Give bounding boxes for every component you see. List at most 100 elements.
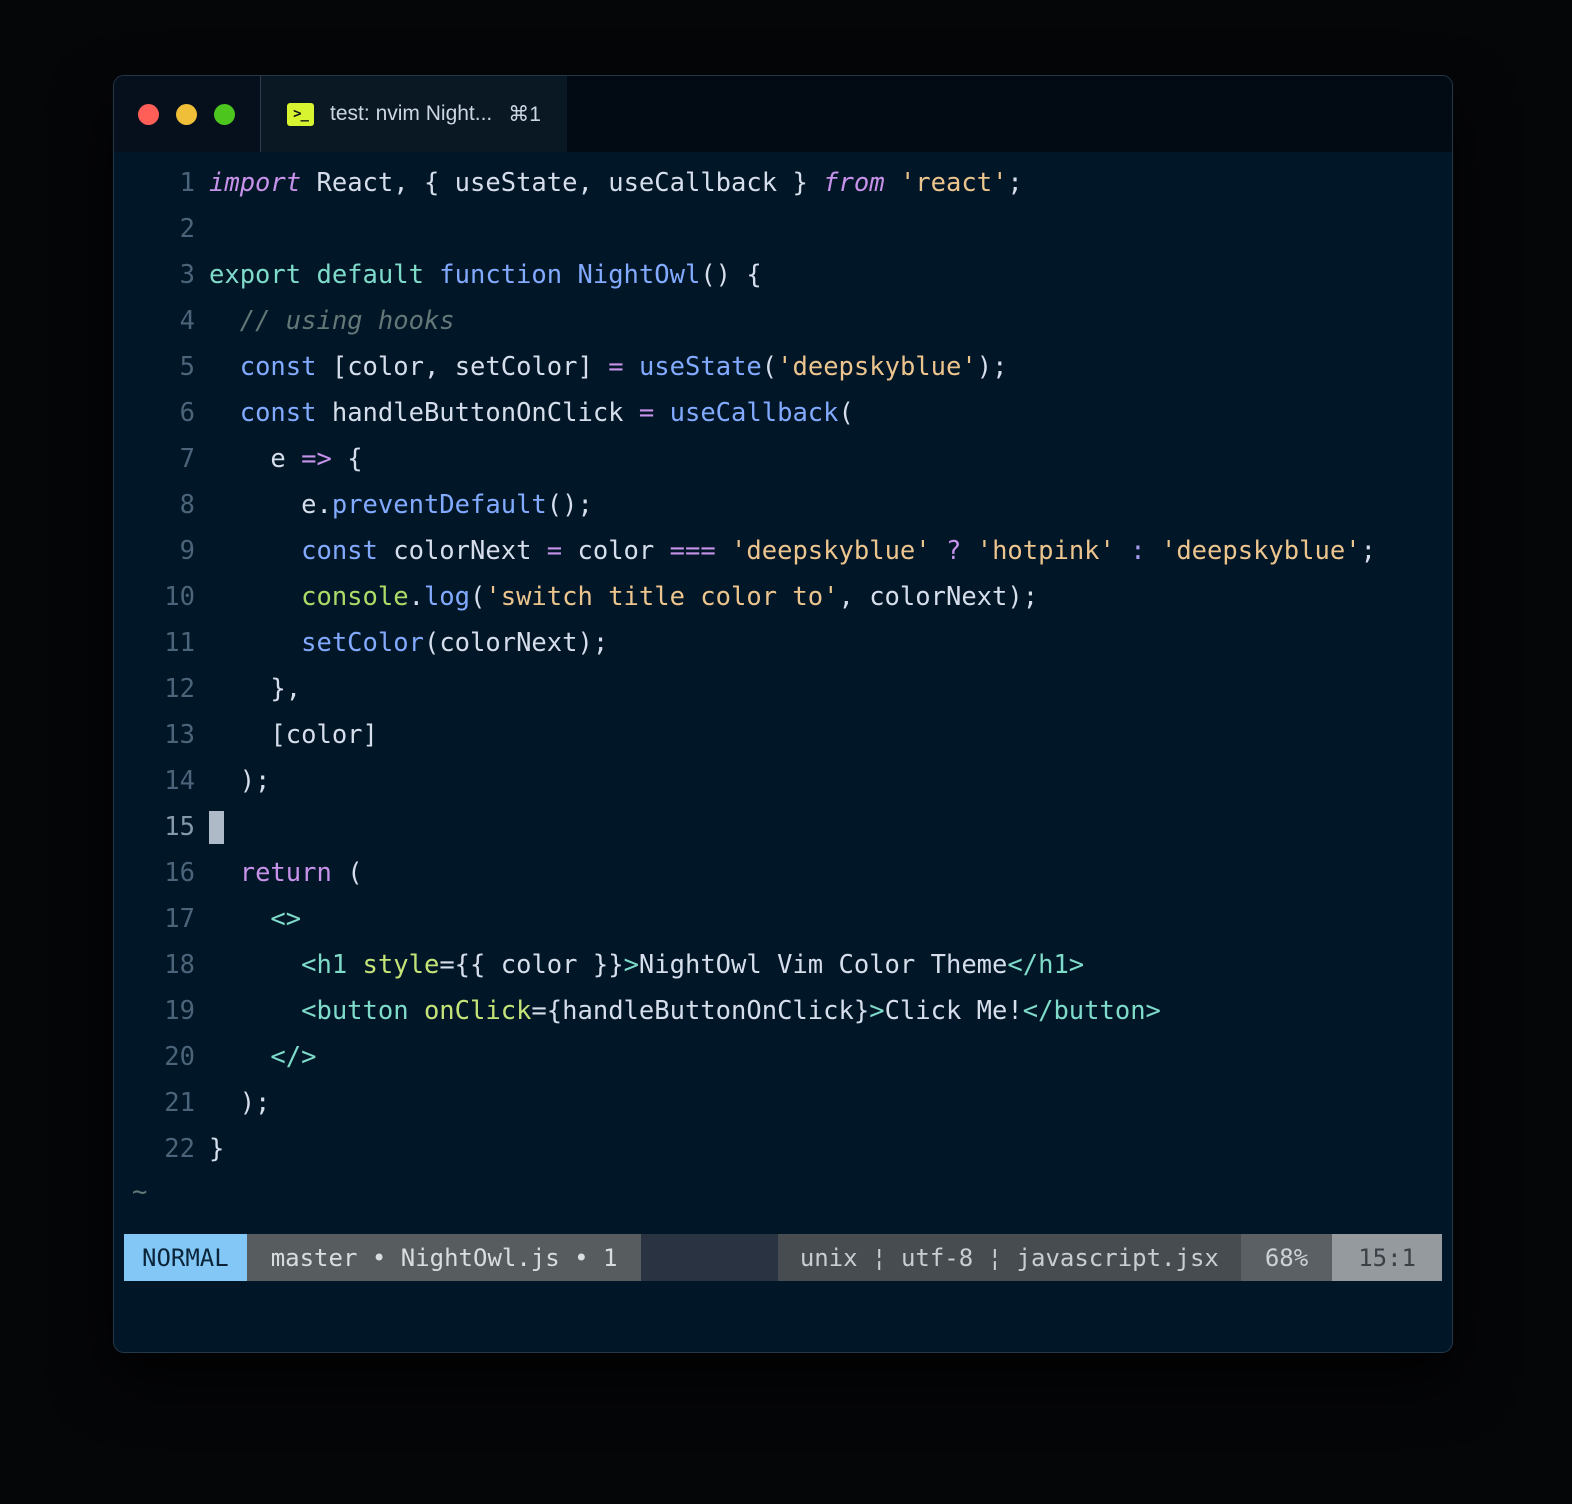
code-line-text: const handleButtonOnClick = useCallback( (209, 398, 854, 428)
code-token: = (546, 536, 563, 566)
code-line[interactable]: 10 console.log('switch title color to', … (114, 574, 1452, 620)
code-token: preventDefault (331, 490, 547, 520)
code-token: </h1> (1007, 950, 1085, 980)
code-token: Click Me! (884, 996, 1023, 1026)
code-token: return (239, 858, 332, 888)
line-number: 17 (164, 904, 195, 934)
code-token: } (777, 168, 824, 198)
code-line[interactable]: 4 // using hooks (114, 298, 1452, 344)
code-line[interactable]: 8 e.preventDefault(); (114, 482, 1452, 528)
code-editor-buffer[interactable]: 1 import React, { useState, useCallback }… (114, 152, 1452, 1281)
code-token: [ (316, 352, 348, 382)
code-token: => (301, 444, 332, 474)
code-line[interactable]: 17 <> (114, 896, 1452, 942)
code-line[interactable]: 16 return ( (114, 850, 1452, 896)
code-line[interactable]: 21 ); (114, 1080, 1452, 1126)
tab-shortcut-label: ⌘1 (508, 102, 541, 126)
code-token: useCallback (669, 398, 839, 428)
code-token: }, (209, 674, 302, 704)
code-token: onClick (423, 996, 532, 1026)
line-number: 19 (164, 996, 195, 1026)
code-line[interactable]: 5 const [color, setColor] = useState('de… (114, 344, 1452, 390)
code-token: color (500, 950, 578, 980)
code-line[interactable]: 2 (114, 206, 1452, 252)
code-line[interactable]: 18 <h1 style={{ color }}>NightOwl Vim Co… (114, 942, 1452, 988)
line-number: 5 (179, 352, 195, 382)
code-line-text: }, (209, 674, 301, 704)
code-token: <button (301, 996, 409, 1026)
code-line-text: console.log('switch title color to', col… (209, 582, 1038, 612)
maximize-window-button[interactable] (214, 103, 235, 125)
code-token: NightOwl (577, 260, 701, 290)
code-line[interactable]: 9 const colorNext = color === 'deepskybl… (114, 528, 1452, 574)
tab-bar-empty-area[interactable] (567, 76, 1452, 152)
line-number: 11 (164, 628, 195, 658)
code-line-text: setColor(colorNext); (209, 628, 608, 658)
code-token: console (301, 582, 409, 612)
code-token: const (301, 536, 378, 566)
code-line[interactable]: 20 </> (114, 1034, 1452, 1080)
tab-active[interactable]: >_ test: nvim Night... ⌘1 (261, 76, 567, 152)
close-window-button[interactable] (138, 103, 159, 125)
code-line-text: <> (209, 904, 301, 934)
code-token: ( (423, 628, 440, 658)
status-mode-badge: NORMAL (124, 1234, 247, 1281)
code-token: {{ (454, 950, 501, 980)
code-line[interactable]: 1 import React, { useState, useCallback }… (114, 160, 1452, 206)
code-token: handleButtonOnClick (331, 398, 624, 428)
code-line[interactable]: 6 const handleButtonOnClick = useCallbac… (114, 390, 1452, 436)
code-line-text: e.preventDefault(); (209, 490, 593, 520)
status-scroll-percent: 68% (1240, 1234, 1333, 1281)
code-token: > (623, 950, 639, 980)
code-line-text: const [color, setColor] = useState('deep… (209, 352, 1008, 382)
code-line[interactable]: 7 e => { (114, 436, 1452, 482)
code-token: </button> (1022, 996, 1161, 1026)
status-line: NORMAL master • NightOwl.js • 1 unix ¦ u… (124, 1234, 1442, 1281)
code-token: ? (946, 536, 962, 566)
text-cursor (209, 810, 224, 844)
code-token: = (531, 996, 547, 1026)
code-line[interactable]: 12 }, (114, 666, 1452, 712)
code-token: . (316, 490, 332, 520)
code-line[interactable]: 15 (114, 804, 1452, 850)
code-token: import (209, 168, 302, 198)
code-line[interactable]: 13 [color] (114, 712, 1452, 758)
minimize-window-button[interactable] (176, 103, 197, 125)
code-token: ( (331, 858, 363, 888)
code-line[interactable]: 11 setColor(colorNext); (114, 620, 1452, 666)
code-token: { (546, 996, 563, 1026)
code-token: useState (638, 352, 762, 382)
code-line[interactable]: 22} (114, 1126, 1452, 1172)
buffer-end-tilde: ~ (132, 1177, 148, 1207)
code-token: ] (362, 720, 378, 750)
code-line[interactable]: 19 <button onClick={handleButtonOnClick}… (114, 988, 1452, 1034)
tab-title: test: nvim Night... (330, 102, 493, 125)
code-line-text: export default function NightOwl() { (209, 260, 762, 290)
terminal-icon: >_ (287, 102, 315, 126)
status-spacer (641, 1234, 778, 1281)
code-token: = (608, 352, 624, 382)
code-line[interactable]: 3 export default function NightOwl() { (114, 252, 1452, 298)
code-token: ( (470, 582, 486, 612)
status-file-info: unix ¦ utf-8 ¦ javascript.jsx (777, 1234, 1241, 1281)
line-number: 6 (179, 398, 195, 428)
line-number: 15 (164, 812, 195, 842)
code-token: , { (393, 168, 455, 198)
code-token: 'hotpink' (976, 536, 1115, 566)
line-number: 9 (179, 536, 195, 566)
code-line[interactable]: 14 ); (114, 758, 1452, 804)
code-token: <h1 (301, 950, 348, 980)
